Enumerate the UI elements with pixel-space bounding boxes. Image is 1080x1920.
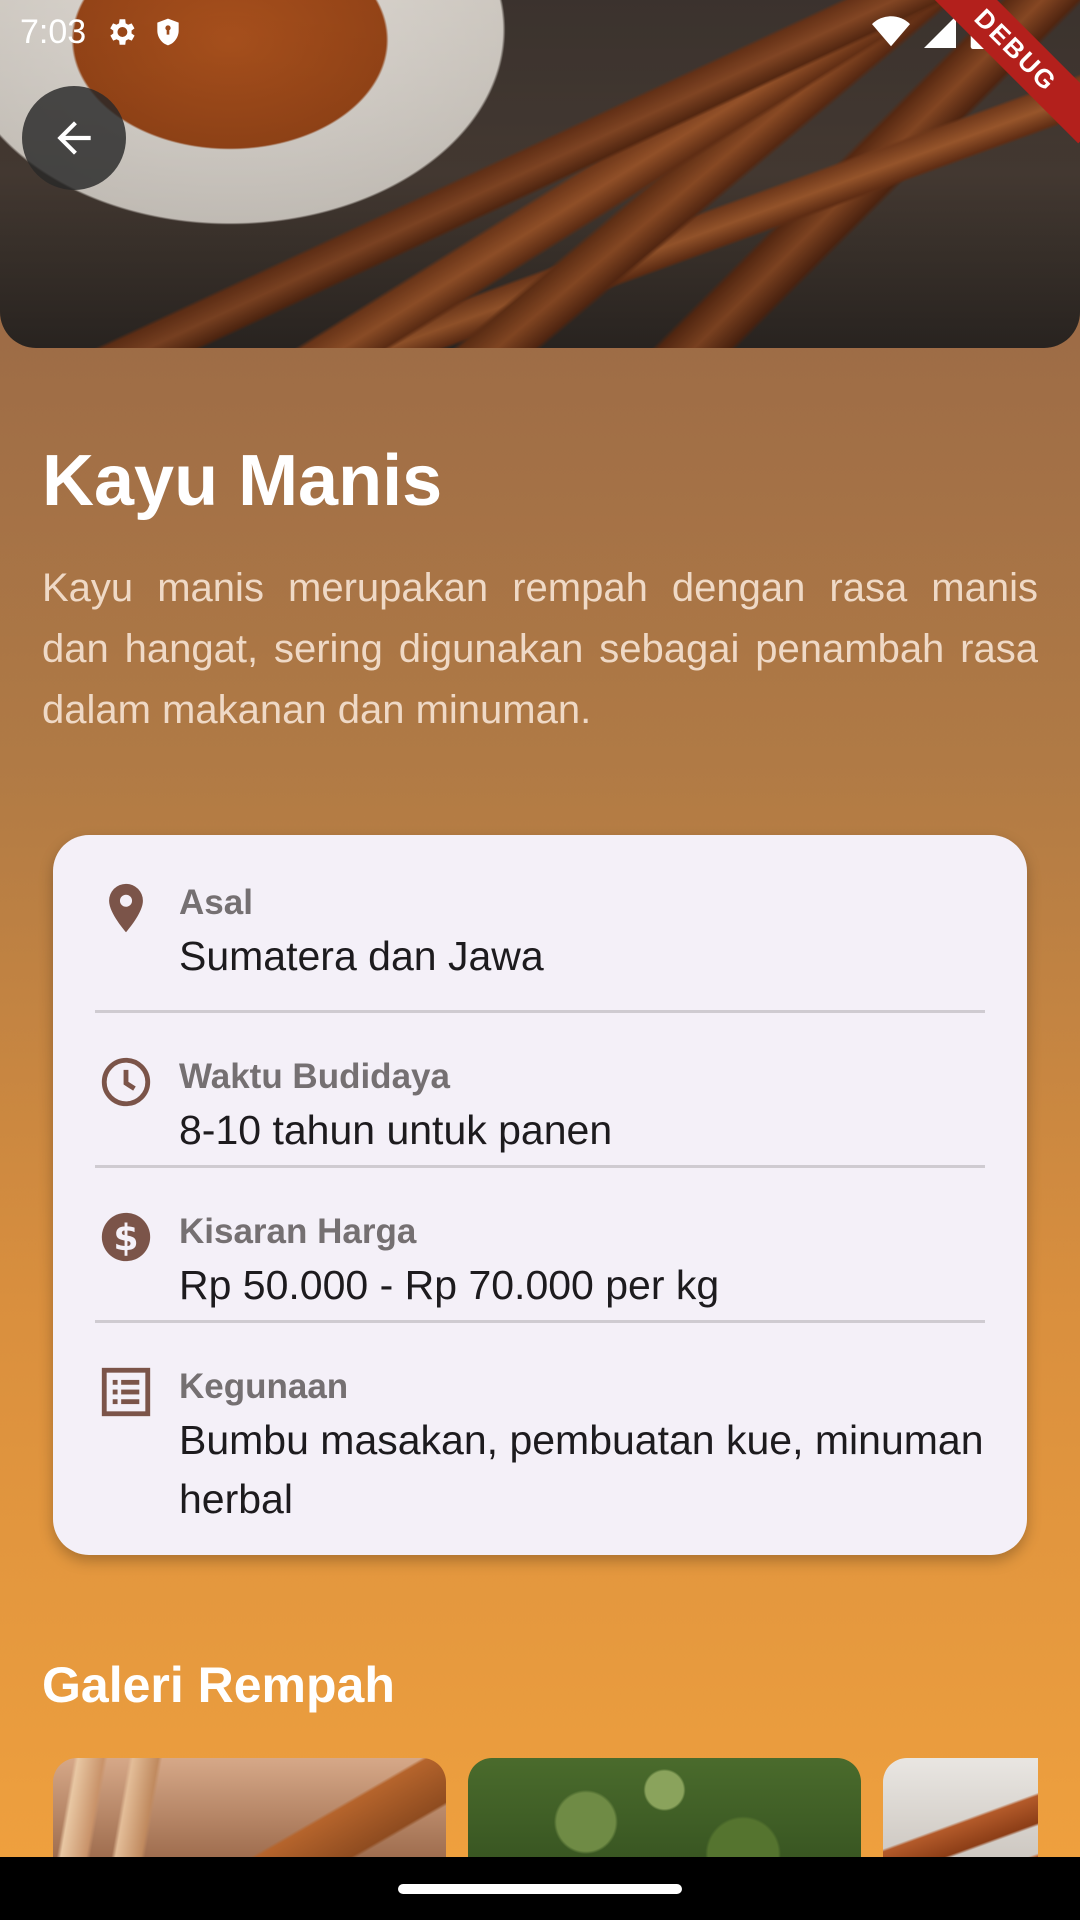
clock-icon [101, 1057, 151, 1107]
gallery-image-cinnamon-tree[interactable] [468, 1758, 861, 1858]
info-row-origin: Asal Sumatera dan Jawa [95, 835, 985, 1010]
info-row-uses: Kegunaan Bumbu masakan, pembuatan kue, m… [95, 1323, 985, 1529]
svg-text:$: $ [113, 1216, 138, 1259]
info-label: Kegunaan [179, 1367, 349, 1406]
home-gesture-handle[interactable] [398, 1884, 682, 1894]
dollar-icon: $ [101, 1212, 151, 1262]
page-title: Kayu Manis [42, 441, 443, 521]
info-value: Bumbu masakan, pembuatan kue, minuman he… [179, 1417, 984, 1522]
arrow-back-icon [57, 121, 91, 155]
gallery-title: Galeri Rempah [42, 1657, 395, 1713]
info-value: Sumatera dan Jawa [179, 933, 544, 979]
info-label: Kisaran Harga [179, 1212, 417, 1251]
info-label: Waktu Budidaya [179, 1057, 450, 1096]
info-card: Asal Sumatera dan Jawa Waktu Budidaya 8-… [53, 835, 1027, 1555]
spice-description: Kayu manis merupakan rempah dengan rasa … [42, 566, 1038, 732]
list-icon [101, 1367, 151, 1417]
info-row-cultivation: Waktu Budidaya 8-10 tahun untuk panen [95, 1013, 985, 1165]
wifi-icon [872, 16, 910, 47]
info-text: Kisaran Harga Rp 50.000 - Rp 70.000 per … [179, 1212, 719, 1315]
info-text: Kegunaan Bumbu masakan, pembuatan kue, m… [179, 1367, 985, 1529]
info-value: 8-10 tahun untuk panen [179, 1107, 613, 1153]
shield-icon [157, 18, 179, 46]
info-label: Asal [179, 883, 253, 922]
gallery-strip[interactable] [53, 1758, 1038, 1858]
status-time: 7:03 [20, 12, 87, 51]
gear-icon [110, 19, 135, 45]
info-row-price: $ Kisaran Harga Rp 50.000 - Rp 70.000 pe… [95, 1168, 985, 1320]
system-nav-bar [0, 1857, 1080, 1920]
location-pin-icon [109, 883, 143, 933]
gallery-image-cinnamon-sticks[interactable] [53, 1758, 446, 1858]
info-text: Asal Sumatera dan Jawa [179, 883, 544, 986]
gallery-image-cinnamon-bundle[interactable] [883, 1758, 1038, 1858]
status-bar: 7:03 [0, 0, 1080, 64]
back-button[interactable] [22, 86, 126, 190]
info-text: Waktu Budidaya 8-10 tahun untuk panen [179, 1057, 612, 1160]
info-value: Rp 50.000 - Rp 70.000 per kg [179, 1262, 720, 1308]
cell-signal-icon [924, 16, 956, 48]
status-left-icons [104, 15, 184, 49]
